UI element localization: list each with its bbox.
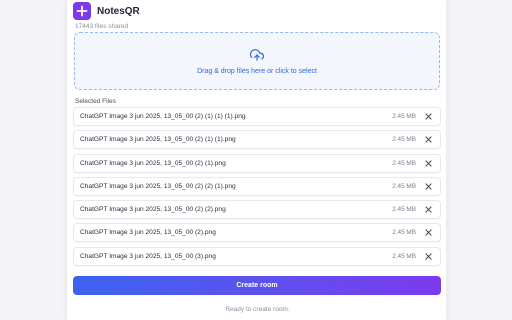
file-dropzone[interactable]: Drag & drop files here or click to selec… <box>74 32 440 90</box>
app-header: NotesQR <box>73 2 140 20</box>
file-name: ChatGPT Image 3 jun 2025, 13_05_00 (2).p… <box>80 229 216 237</box>
close-icon <box>425 229 432 237</box>
file-size: 2.45 MB <box>392 136 416 144</box>
file-row: ChatGPT Image 3 jun 2025, 13_05_00 (2) (… <box>73 200 441 220</box>
remove-file-button[interactable] <box>424 228 433 237</box>
main-panel: NotesQR 17443 files shared Drag & drop f… <box>66 0 447 320</box>
file-size: 2.45 MB <box>392 159 416 167</box>
remove-file-button[interactable] <box>424 205 433 214</box>
file-name: ChatGPT Image 3 jun 2025, 13_05_00 (2) (… <box>80 206 226 214</box>
remove-file-button[interactable] <box>424 112 433 121</box>
selected-files-list: ChatGPT Image 3 jun 2025, 13_05_00 (2) (… <box>73 107 441 270</box>
close-icon <box>425 206 432 213</box>
file-name: ChatGPT Image 3 jun 2025, 13_05_00 (2) (… <box>80 113 246 120</box>
create-room-button[interactable]: Create room <box>73 276 441 295</box>
plus-icon <box>73 2 91 20</box>
file-name: ChatGPT Image 3 jun 2025, 13_05_00 (2) (… <box>80 159 226 167</box>
close-icon <box>425 136 432 143</box>
file-row: ChatGPT Image 3 jun 2025, 13_05_00 (2) (… <box>73 130 441 150</box>
status-text: Ready to create room. <box>225 306 290 313</box>
file-name: ChatGPT Image 3 jun 2025, 13_05_00 (2) (… <box>80 136 236 144</box>
file-row: ChatGPT Image 3 jun 2025, 13_05_00 (2) (… <box>73 107 441 126</box>
file-row: ChatGPT Image 3 jun 2025, 13_05_00 (3).p… <box>73 246 441 266</box>
remove-file-button[interactable] <box>424 135 433 144</box>
file-name: ChatGPT Image 3 jun 2025, 13_05_00 (2) (… <box>80 182 236 190</box>
upload-cloud-icon <box>250 48 264 61</box>
remove-file-button[interactable] <box>424 182 433 191</box>
file-size: 2.45 MB <box>392 182 416 190</box>
remove-file-button[interactable] <box>424 252 433 261</box>
selected-files-label: Selected Files <box>75 98 116 105</box>
file-size: 2.45 MB <box>392 113 416 120</box>
file-size: 2.45 MB <box>392 252 416 260</box>
close-icon <box>425 159 432 167</box>
app-title: NotesQR <box>97 5 140 17</box>
file-row: ChatGPT Image 3 jun 2025, 13_05_00 (2) (… <box>73 153 441 173</box>
close-icon <box>425 113 432 120</box>
file-row: ChatGPT Image 3 jun 2025, 13_05_00 (2) (… <box>73 176 441 196</box>
close-icon <box>425 253 432 260</box>
file-row: ChatGPT Image 3 jun 2025, 13_05_00 (2).p… <box>73 223 441 243</box>
remove-file-button[interactable] <box>424 159 433 168</box>
files-shared-count: 17443 files shared <box>75 23 129 30</box>
file-size: 2.45 MB <box>392 229 416 237</box>
close-icon <box>425 183 432 190</box>
file-name: ChatGPT Image 3 jun 2025, 13_05_00 (3).p… <box>80 252 216 260</box>
dropzone-text: Drag & drop files here or click to selec… <box>197 67 317 75</box>
file-size: 2.45 MB <box>392 206 416 214</box>
